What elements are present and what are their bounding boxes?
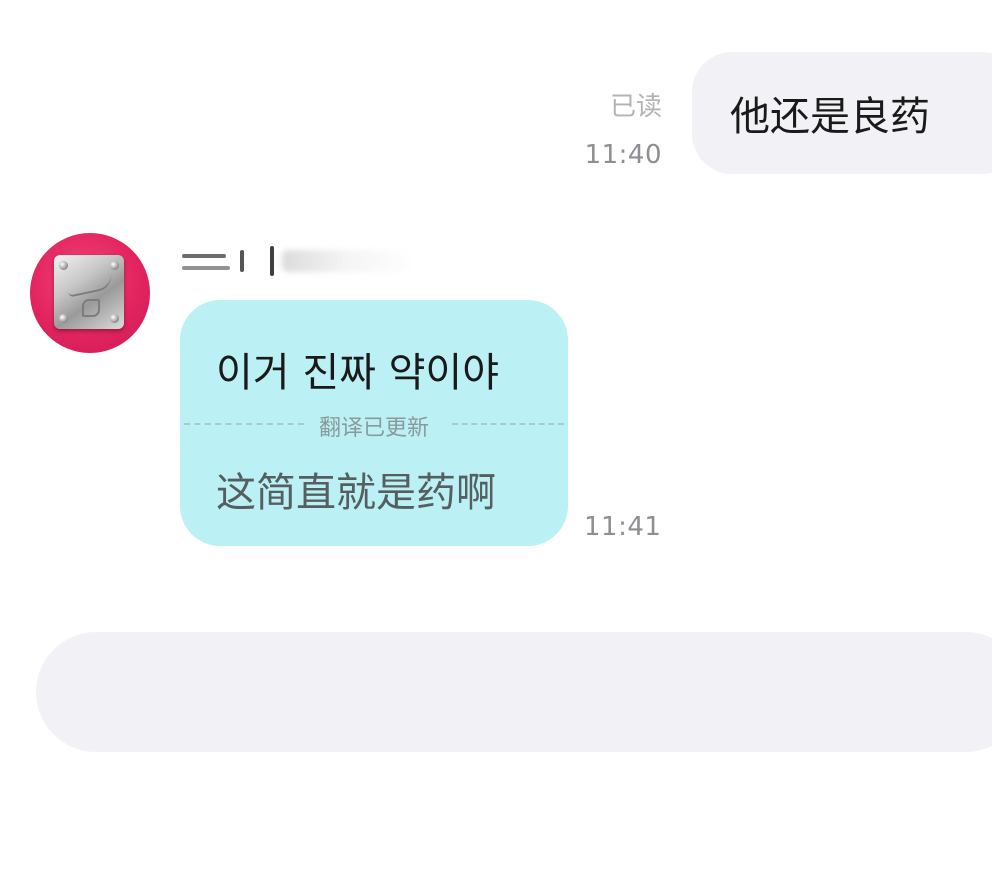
translation-status-label: 翻译已更新 — [318, 416, 429, 441]
incoming-timestamp: 11:41 — [584, 512, 662, 542]
guitar-neck-plate-icon — [54, 255, 124, 329]
incoming-translated-text: 这简直就是药啊 — [216, 470, 496, 516]
incoming-message-bubble[interactable]: 이거 진짜 약이야 翻译已更新 这简直就是药啊 — [180, 300, 568, 546]
translation-divider: 翻译已更新 — [180, 408, 568, 441]
outgoing-message-bubble[interactable]: 他还是良药 — [692, 52, 992, 174]
avatar[interactable] — [30, 233, 150, 353]
outgoing-message-text: 他还是良药 — [730, 94, 930, 140]
read-status: 已读 — [609, 92, 662, 122]
incoming-original-text: 이거 진짜 약이야 — [216, 350, 500, 396]
outgoing-timestamp: 11:40 — [584, 140, 662, 170]
sender-name-redacted — [178, 244, 418, 278]
message-input[interactable] — [36, 632, 992, 752]
